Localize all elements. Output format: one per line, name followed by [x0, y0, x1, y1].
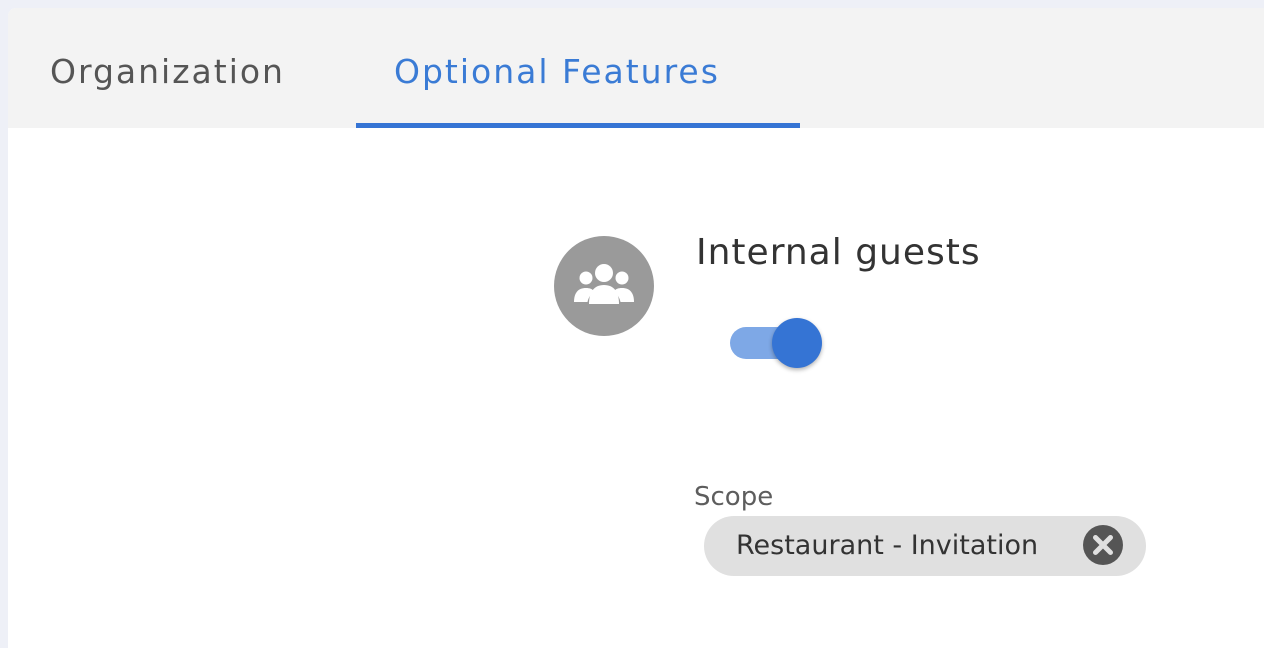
internal-guests-toggle[interactable]	[728, 314, 828, 370]
tab-optional-features[interactable]: Optional Features	[356, 8, 800, 128]
tab-organization-label: Organization	[50, 52, 285, 91]
scope-chip: Restaurant - Invitation	[704, 516, 1146, 576]
feature-avatar	[554, 236, 654, 336]
users-group-icon	[574, 264, 634, 304]
tab-optional-features-label: Optional Features	[394, 52, 720, 91]
active-tab-indicator	[356, 123, 800, 128]
scope-label: Scope	[694, 482, 774, 512]
tab-bar: Organization Optional Features	[8, 8, 1264, 128]
toggle-thumb	[772, 318, 822, 368]
close-circle-icon[interactable]	[1082, 524, 1124, 566]
tab-organization[interactable]: Organization	[50, 8, 350, 128]
scope-chip-label: Restaurant - Invitation	[736, 530, 1039, 561]
feature-title: Internal guests	[696, 232, 981, 273]
settings-panel: Organization Optional Features Internal …	[8, 8, 1264, 648]
